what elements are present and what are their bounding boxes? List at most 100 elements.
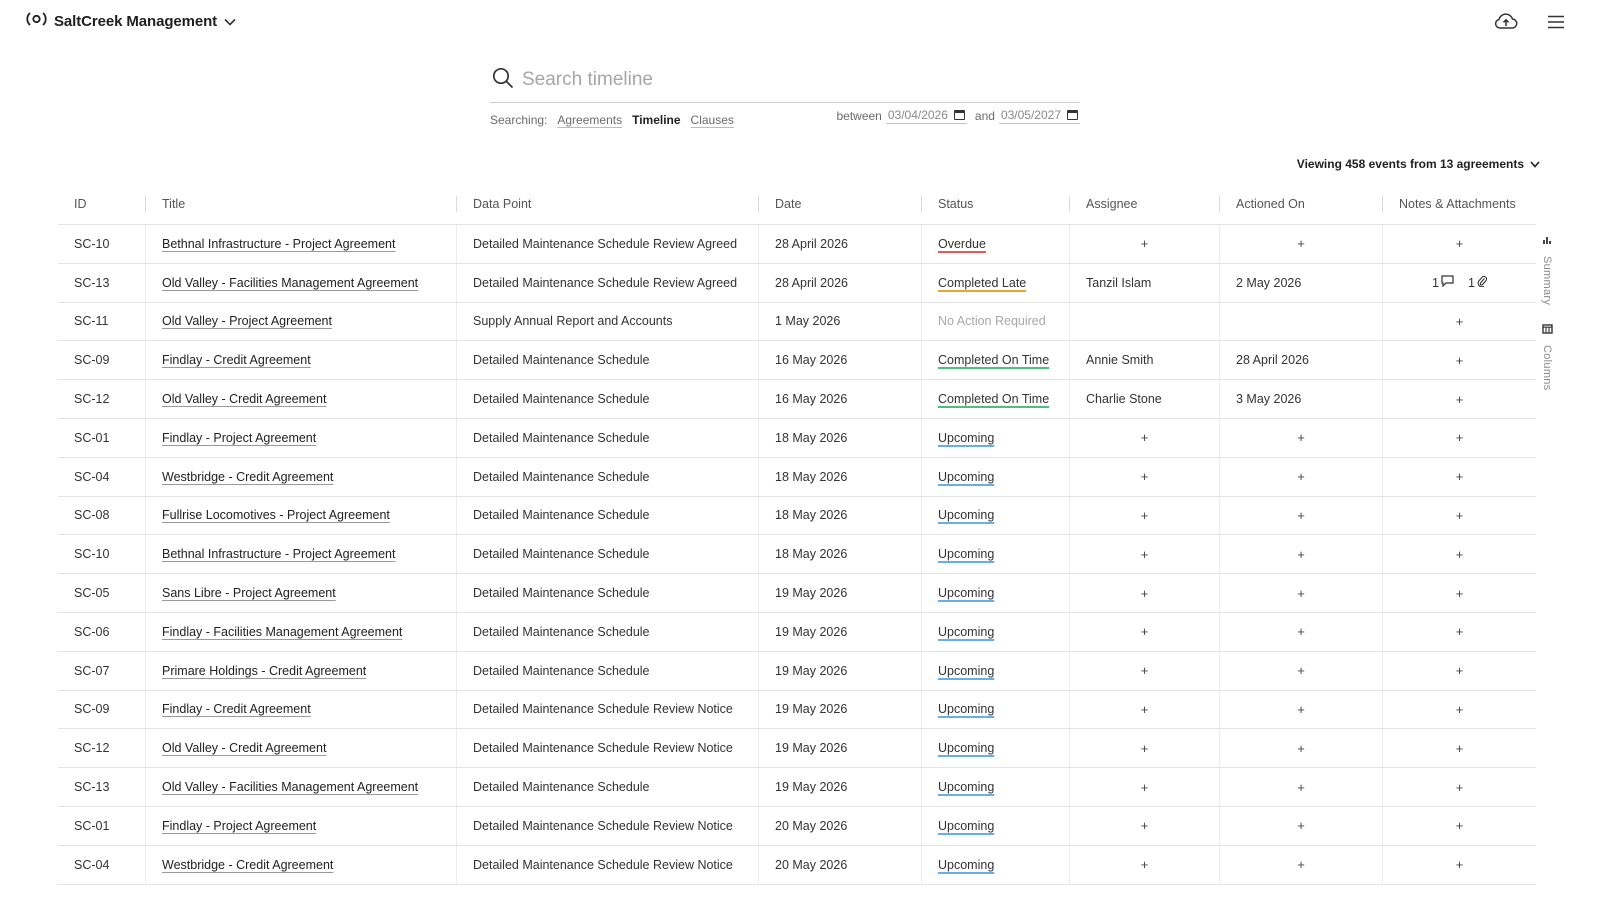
add-assignee-button[interactable]: +: [1141, 741, 1149, 756]
agreement-title-link[interactable]: Old Valley - Facilities Management Agree…: [162, 780, 418, 794]
column-header-actioned-on[interactable]: Actioned On: [1220, 184, 1383, 224]
agreement-title-link[interactable]: Findlay - Credit Agreement: [162, 702, 311, 716]
agreement-title-link[interactable]: Findlay - Project Agreement: [162, 819, 316, 833]
table-row[interactable]: SC-10 Bethnal Infrastructure - Project Ag…: [58, 225, 1536, 264]
table-row[interactable]: SC-13 Old Valley - Facilities Management …: [58, 263, 1536, 303]
table-row[interactable]: SC-06 Findlay - Facilities Management Agr…: [58, 612, 1536, 652]
add-actioned-on-button[interactable]: +: [1297, 430, 1305, 445]
add-notes-button[interactable]: +: [1456, 624, 1464, 639]
rail-summary-button[interactable]: Summary: [1538, 232, 1556, 305]
agreement-title-link[interactable]: Primare Holdings - Credit Agreement: [162, 664, 366, 678]
table-row[interactable]: SC-12 Old Valley - Credit Agreement Detail…: [58, 380, 1536, 419]
column-header-date[interactable]: Date: [759, 184, 922, 224]
cell-notes[interactable]: 11: [1383, 264, 1536, 302]
table-row[interactable]: SC-01 Findlay - Project Agreement Detailed…: [58, 806, 1536, 846]
table-row[interactable]: SC-12 Old Valley - Credit Agreement Detail…: [58, 729, 1536, 769]
add-actioned-on-button[interactable]: +: [1297, 624, 1305, 639]
table-row[interactable]: SC-05 Sans Libre - Project Agreement Detai…: [58, 574, 1536, 613]
add-notes-button[interactable]: +: [1456, 547, 1464, 562]
agreement-title-link[interactable]: Old Valley - Credit Agreement: [162, 392, 326, 406]
column-header-status[interactable]: Status: [922, 184, 1070, 224]
agreement-title-link[interactable]: Fullrise Locomotives - Project Agreement: [162, 508, 390, 522]
org-name: SaltCreek Management: [54, 13, 218, 30]
agreement-title-link[interactable]: Westbridge - Credit Agreement: [162, 858, 333, 872]
add-assignee-button[interactable]: +: [1141, 780, 1149, 795]
add-notes-button[interactable]: +: [1456, 780, 1464, 795]
agreement-title-link[interactable]: Sans Libre - Project Agreement: [162, 586, 336, 600]
add-notes-button[interactable]: +: [1456, 663, 1464, 678]
search-input[interactable]: [522, 69, 1042, 91]
add-assignee-button[interactable]: +: [1141, 624, 1149, 639]
cell-id: SC-01: [58, 418, 146, 457]
agreement-title-link[interactable]: Old Valley - Credit Agreement: [162, 741, 326, 755]
add-actioned-on-button[interactable]: +: [1297, 508, 1305, 523]
table-row[interactable]: SC-01 Findlay - Project Agreement Detailed…: [58, 418, 1536, 458]
add-actioned-on-button[interactable]: +: [1297, 702, 1305, 717]
add-assignee-button[interactable]: +: [1141, 430, 1149, 445]
cloud-upload-icon[interactable]: [1492, 10, 1520, 34]
add-notes-button[interactable]: +: [1456, 818, 1464, 833]
add-assignee-button[interactable]: +: [1141, 586, 1149, 601]
cell-title: Findlay - Credit Agreement: [146, 341, 457, 380]
add-actioned-on-button[interactable]: +: [1297, 857, 1305, 872]
agreement-title-link[interactable]: Findlay - Credit Agreement: [162, 353, 311, 367]
viewing-summary-toggle[interactable]: Viewing 458 events from 13 agreements: [1297, 157, 1540, 171]
add-notes-button[interactable]: +: [1456, 392, 1464, 407]
table-row[interactable]: SC-09 Findlay - Credit Agreement Detailed …: [58, 690, 1536, 730]
table-row[interactable]: SC-09 Findlay - Credit Agreement Detailed …: [58, 341, 1536, 381]
agreement-title-link[interactable]: Findlay - Project Agreement: [162, 431, 316, 445]
add-actioned-on-button[interactable]: +: [1297, 547, 1305, 562]
add-notes-button[interactable]: +: [1456, 702, 1464, 717]
scope-clauses[interactable]: Clauses: [691, 113, 734, 127]
add-actioned-on-button[interactable]: +: [1297, 818, 1305, 833]
table-row[interactable]: SC-10 Bethnal Infrastructure - Project Ag…: [58, 535, 1536, 575]
hamburger-menu-icon[interactable]: [1542, 10, 1570, 34]
start-date-field[interactable]: 03/04/2026: [885, 108, 967, 124]
agreement-title-link[interactable]: Old Valley - Project Agreement: [162, 314, 332, 328]
add-actioned-on-button[interactable]: +: [1297, 586, 1305, 601]
scope-agreements[interactable]: Agreements: [557, 113, 622, 127]
add-notes-button[interactable]: +: [1456, 353, 1464, 368]
add-notes-button[interactable]: +: [1456, 469, 1464, 484]
table-row[interactable]: SC-04 Westbridge - Credit Agreement Detail…: [58, 845, 1536, 885]
add-actioned-on-button[interactable]: +: [1297, 469, 1305, 484]
agreement-title-link[interactable]: Old Valley - Facilities Management Agree…: [162, 276, 418, 290]
rail-columns-button[interactable]: Columns: [1538, 321, 1556, 391]
add-actioned-on-button[interactable]: +: [1297, 780, 1305, 795]
column-header-notes-attachments[interactable]: Notes & Attachments: [1383, 184, 1536, 224]
table-row[interactable]: SC-07 Primare Holdings - Credit Agreement…: [58, 651, 1536, 691]
add-actioned-on-button[interactable]: +: [1297, 236, 1305, 251]
column-header-assignee[interactable]: Assignee: [1070, 184, 1220, 224]
table-row[interactable]: SC-13 Old Valley - Facilities Management …: [58, 768, 1536, 807]
agreement-title-link[interactable]: Westbridge - Credit Agreement: [162, 470, 333, 484]
end-date-field[interactable]: 03/05/2027: [998, 108, 1080, 124]
table-row[interactable]: SC-04 Westbridge - Credit Agreement Detail…: [58, 457, 1536, 497]
add-notes-button[interactable]: +: [1456, 857, 1464, 872]
column-header-id[interactable]: ID: [58, 184, 146, 224]
add-notes-button[interactable]: +: [1456, 430, 1464, 445]
agreement-title-link[interactable]: Bethnal Infrastructure - Project Agreeme…: [162, 237, 395, 251]
add-assignee-button[interactable]: +: [1141, 469, 1149, 484]
agreement-title-link[interactable]: Bethnal Infrastructure - Project Agreeme…: [162, 547, 395, 561]
add-assignee-button[interactable]: +: [1141, 547, 1149, 562]
add-assignee-button[interactable]: +: [1141, 818, 1149, 833]
add-notes-button[interactable]: +: [1456, 741, 1464, 756]
scope-timeline[interactable]: Timeline: [632, 113, 680, 127]
add-assignee-button[interactable]: +: [1141, 508, 1149, 523]
column-header-title[interactable]: Title: [146, 184, 457, 224]
add-actioned-on-button[interactable]: +: [1297, 741, 1305, 756]
add-notes-button[interactable]: +: [1456, 236, 1464, 251]
add-notes-button[interactable]: +: [1456, 314, 1464, 329]
add-notes-button[interactable]: +: [1456, 508, 1464, 523]
org-switcher[interactable]: SaltCreek Management: [26, 11, 236, 32]
add-assignee-button[interactable]: +: [1141, 857, 1149, 872]
add-assignee-button[interactable]: +: [1141, 236, 1149, 251]
agreement-title-link[interactable]: Findlay - Facilities Management Agreemen…: [162, 625, 402, 639]
table-row[interactable]: SC-08 Fullrise Locomotives - Project Agre…: [58, 496, 1536, 536]
add-assignee-button[interactable]: +: [1141, 663, 1149, 678]
add-notes-button[interactable]: +: [1456, 586, 1464, 601]
table-row[interactable]: SC-11 Old Valley - Project Agreement Suppl…: [58, 302, 1536, 342]
column-header-data-point[interactable]: Data Point: [457, 184, 759, 224]
add-actioned-on-button[interactable]: +: [1297, 663, 1305, 678]
add-assignee-button[interactable]: +: [1141, 702, 1149, 717]
